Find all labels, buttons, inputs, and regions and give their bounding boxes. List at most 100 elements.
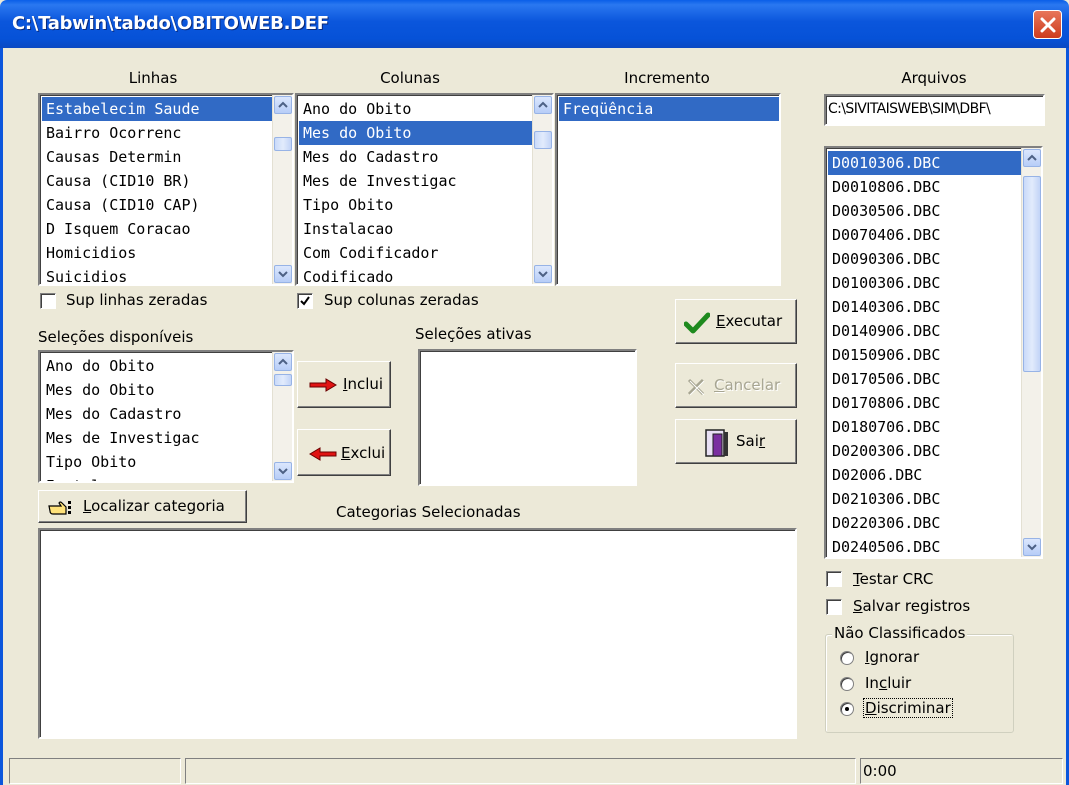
cancelar-button[interactable]: Cancelar [675,363,797,408]
list-item[interactable]: D0140906.DBC [828,319,1021,343]
list-item[interactable]: D0170506.DBC [828,367,1021,391]
list-item[interactable]: D0220306.DBC [828,511,1021,535]
scroll-up-button[interactable] [1023,149,1041,167]
list-item[interactable]: D0070406.DBC [828,223,1021,247]
list-item[interactable]: D0180706.DBC [828,415,1021,439]
list-item[interactable]: Ano do Obito [42,354,272,378]
scroll-thumb[interactable] [534,131,552,149]
list-item[interactable]: D0170806.DBC [828,391,1021,415]
linhas-scrollbar[interactable] [272,95,292,284]
scroll-thumb[interactable] [274,374,292,386]
list-item[interactable]: D0140306.DBC [828,295,1021,319]
list-item[interactable]: Instalacao [299,217,532,241]
executar-button[interactable]: Executar [675,299,797,344]
list-item[interactable]: D Isquem Coracao [42,217,272,241]
list-item[interactable]: Tipo Obito [299,193,532,217]
incluir-label: Incluir [865,674,912,692]
title-bar[interactable]: C:\Tabwin\tabdo\OBITOWEB.DEF [0,0,1069,48]
list-item[interactable]: Estabelecim Saude [42,97,272,121]
list-item[interactable]: Instalacao [42,474,272,481]
selecoes-disponiveis-listbox[interactable]: Ano do Obito Mes do Obito Mes do Cadastro M… [38,350,294,483]
discriminar-label: Discriminar [863,698,953,718]
list-item[interactable]: Ano do Obito [299,97,532,121]
colunas-scrollbar[interactable] [532,95,552,284]
salvar-registros-checkbox[interactable] [826,599,842,615]
list-item[interactable]: Com Codificador [299,241,532,265]
arquivos-scrollbar[interactable] [1021,148,1041,557]
chevron-up-icon [1027,154,1037,161]
incremento-listbox[interactable]: Freqüência [555,93,781,286]
selecoes-ativas-label: Seleções ativas [415,325,532,343]
ignorar-radio[interactable] [840,651,854,665]
scroll-up-button[interactable] [534,96,552,114]
incluir-radio[interactable] [840,677,854,691]
selecoes-ativas-listbox[interactable] [418,349,637,486]
arquivos-list: D0010306.DBC D0010806.DBC D0030506.DBC D007… [828,151,1021,557]
list-item[interactable]: D0240506.DBC [828,535,1021,557]
list-item[interactable]: Bairro Ocorrenc [42,121,272,145]
arrow-right-icon [309,378,337,392]
list-item[interactable]: Mes do Obito [299,121,532,145]
status-panel-2 [185,758,856,784]
exit-door-icon [705,429,728,457]
list-item[interactable]: D0150906.DBC [828,343,1021,367]
discriminar-radio[interactable] [840,702,854,716]
arrow-left-icon [309,447,337,461]
arquivos-label: Arquivos [901,69,967,87]
ignorar-label: Ignorar [865,648,920,666]
sup-colunas-zeradas-label: Sup colunas zeradas [324,291,479,309]
localizar-categoria-button[interactable]: Localizar categoria [38,490,247,523]
list-item[interactable]: Mes do Cadastro [299,145,532,169]
list-item[interactable]: Mes do Cadastro [42,402,272,426]
list-item[interactable]: Causa (CID10 BR) [42,169,272,193]
list-item[interactable]: D0010806.DBC [828,175,1021,199]
selecoes-disponiveis-scrollbar[interactable] [272,352,292,481]
list-item[interactable]: Homicidios [42,241,272,265]
close-button[interactable] [1033,10,1062,39]
scroll-up-button[interactable] [274,353,292,371]
list-item[interactable]: Suicidios [42,265,272,284]
list-item[interactable]: D0100306.DBC [828,271,1021,295]
nao-classificados-legend: Não Classificados [832,624,968,642]
testar-crc-checkbox[interactable] [826,571,842,587]
arquivos-listbox[interactable]: D0010306.DBC D0010806.DBC D0030506.DBC D007… [824,146,1043,559]
list-item[interactable]: Causa (CID10 CAP) [42,193,272,217]
exclui-button[interactable]: Exclui [297,429,391,476]
sair-button[interactable]: Sair [675,419,797,464]
scroll-thumb[interactable] [1023,176,1041,372]
pointing-hand-icon [48,501,71,515]
scroll-thumb[interactable] [274,137,292,151]
categorias-selecionadas-label: Categorias Selecionadas [336,503,521,521]
list-item[interactable]: Mes de Investigac [299,169,532,193]
sup-linhas-zeradas-checkbox[interactable] [40,293,56,309]
selecoes-disponiveis-list: Ano do Obito Mes do Obito Mes do Cadastro M… [42,354,272,481]
inclui-button[interactable]: Inclui [297,361,391,408]
list-item[interactable]: Tipo Obito [42,450,272,474]
close-icon [1040,17,1056,33]
list-item[interactable]: D0010306.DBC [828,151,1021,175]
list-item[interactable]: D02006.DBC [828,463,1021,487]
categorias-selecionadas-listbox[interactable] [38,528,797,739]
list-item[interactable]: D0030506.DBC [828,199,1021,223]
scroll-down-button[interactable] [274,265,292,283]
list-item[interactable]: D0200306.DBC [828,439,1021,463]
list-item[interactable]: D0210306.DBC [828,487,1021,511]
testar-crc-label: Testar CRC [853,570,934,588]
chevron-down-icon [278,468,288,475]
sup-colunas-zeradas-checkbox[interactable] [297,293,313,309]
scroll-down-button[interactable] [534,265,552,283]
radio-dot [845,707,849,711]
list-item[interactable]: Codificado [299,265,532,284]
arquivos-path-field[interactable]: C:\SIVITAISWEB\SIM\DBF\ [824,94,1045,126]
list-item[interactable]: Mes do Obito [42,378,272,402]
list-item[interactable]: Mes de Investigac [42,426,272,450]
linhas-listbox[interactable]: Estabelecim Saude Bairro Ocorrenc Causas D… [38,93,294,286]
selecoes-disponiveis-label: Seleções disponíveis [38,328,194,346]
scroll-down-button[interactable] [1023,538,1041,556]
list-item[interactable]: Causas Determin [42,145,272,169]
list-item[interactable]: D0090306.DBC [828,247,1021,271]
list-item[interactable]: Freqüência [559,97,779,121]
colunas-listbox[interactable]: Ano do Obito Mes do Obito Mes do Cadastro M… [295,93,554,286]
scroll-up-button[interactable] [274,96,292,114]
scroll-down-button[interactable] [274,462,292,480]
